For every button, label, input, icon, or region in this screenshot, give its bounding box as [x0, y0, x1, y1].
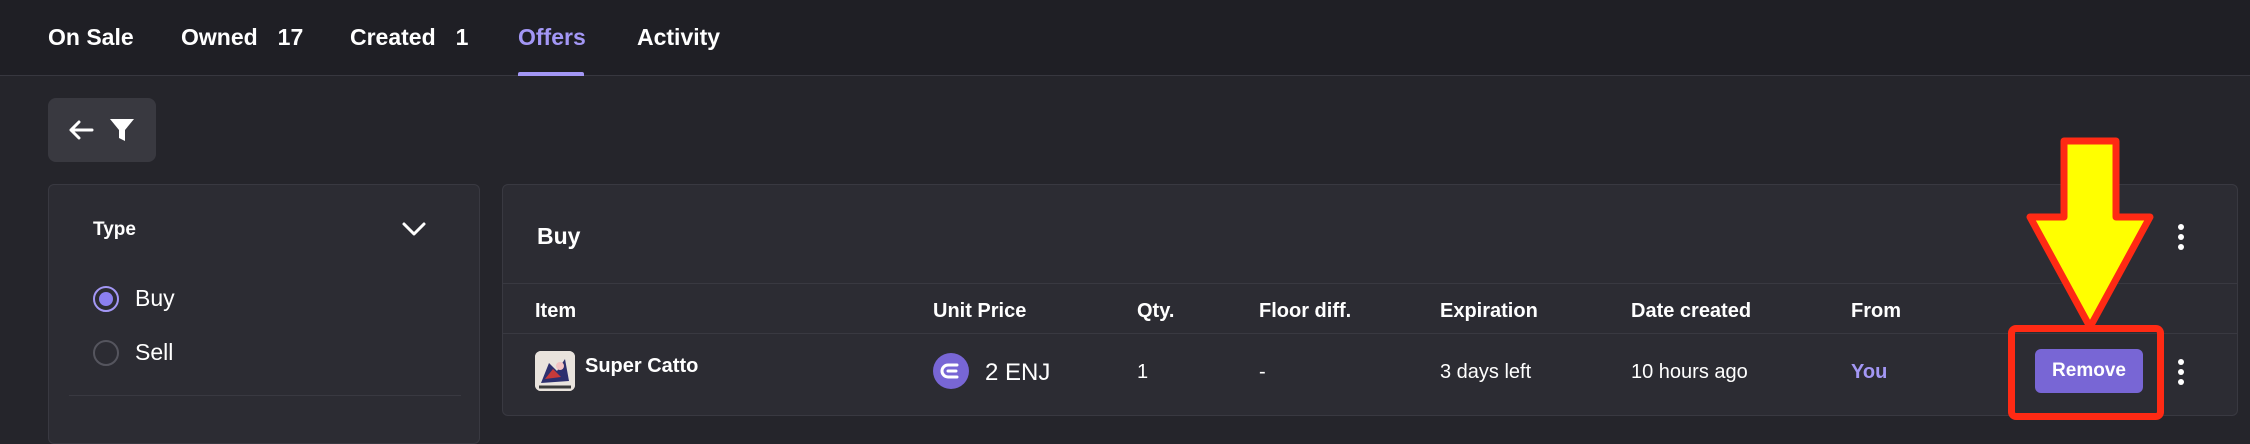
column-header-expiration: Expiration [1440, 300, 1538, 322]
column-header-qty: Qty. [1137, 300, 1175, 322]
enjin-coin-icon [933, 353, 969, 389]
column-header-floor-diff: Floor diff. [1259, 300, 1352, 322]
radio-label: Sell [135, 339, 174, 365]
qty-value: 1 [1137, 361, 1149, 383]
column-header-from: From [1851, 300, 1901, 322]
tab-offers[interactable]: Offers [518, 24, 586, 76]
radio-buy[interactable]: Buy [93, 285, 175, 312]
column-header-item: Item [535, 300, 577, 322]
tab-activity[interactable]: Activity [637, 24, 720, 76]
filter-title: Type [93, 219, 136, 240]
filter-icon [110, 119, 134, 141]
tab-label: Created [350, 24, 436, 50]
column-header-date-created: Date created [1631, 300, 1752, 322]
arrow-left-icon [69, 120, 94, 140]
item-name-link[interactable]: Super Catto [585, 355, 698, 378]
divider [503, 333, 2237, 334]
panel-title: Buy [537, 223, 581, 249]
unit-price-value: 2 ENJ [985, 359, 1051, 386]
tab-label: Activity [637, 24, 721, 50]
radio-buy-button[interactable] [93, 285, 119, 312]
tab-on-sale[interactable]: On Sale [48, 24, 134, 76]
floor-diff-value: - [1259, 361, 1266, 383]
type-filter-panel: Type Buy Sell [48, 184, 480, 444]
tab-created[interactable]: Created 1 [350, 24, 468, 76]
divider [69, 395, 461, 396]
divider [503, 283, 2237, 284]
radio-label: Buy [135, 285, 175, 311]
annotation-highlight-box [2008, 325, 2164, 420]
annotation-arrow-icon [2026, 137, 2154, 331]
offers-panel: Buy Item Unit Price Qty. Floor diff. Exp… [502, 184, 2238, 416]
expiration-value: 3 days left [1440, 361, 1532, 383]
tab-label: On Sale [48, 24, 134, 50]
radio-sell[interactable]: Sell [93, 339, 173, 366]
profile-tab-bar: On Sale Owned 17 Created 1 Offers Activity [0, 0, 2250, 76]
filter-toggle-button[interactable] [48, 98, 156, 162]
column-header-unit-price: Unit Price [933, 300, 1027, 322]
panel-more-options-icon[interactable] [2169, 220, 2193, 254]
radio-sell-button[interactable] [93, 339, 119, 366]
date-created-value: 10 hours ago [1631, 361, 1748, 383]
from-value[interactable]: You [1851, 361, 1887, 384]
tab-owned[interactable]: Owned 17 [181, 24, 303, 76]
row-more-options-icon[interactable] [2169, 355, 2193, 389]
tab-count: 1 [455, 24, 469, 50]
tab-label: Offers [518, 24, 586, 50]
item-thumbnail[interactable] [535, 351, 575, 391]
tab-label: Owned [181, 24, 258, 50]
tab-count: 17 [277, 24, 304, 50]
chevron-down-icon[interactable] [401, 221, 427, 237]
super-catto-image [535, 351, 575, 391]
